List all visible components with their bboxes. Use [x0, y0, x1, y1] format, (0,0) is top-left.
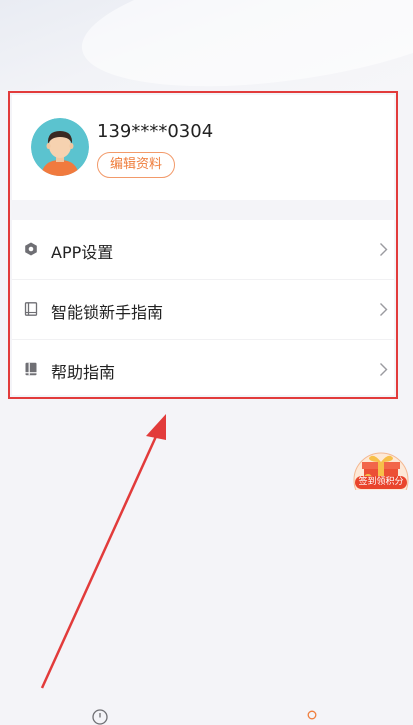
header-swoosh: [73, 0, 413, 109]
avatar-icon: [31, 118, 89, 176]
checkin-gift-label: 签到领积分: [355, 476, 407, 489]
settings-menu: APP设置 智能锁新手指南 帮助指南: [12, 220, 394, 399]
chevron-right-icon: [380, 363, 388, 376]
profile-card: 139****0304 编辑资料: [12, 95, 394, 200]
menu-item-lock-guide[interactable]: 智能锁新手指南: [12, 280, 394, 340]
chevron-right-icon: [380, 303, 388, 316]
menu-item-app-settings[interactable]: APP设置: [12, 220, 394, 280]
menu-item-help-guide[interactable]: 帮助指南: [12, 340, 394, 399]
account-panel: 139****0304 编辑资料 APP设置 智能锁新手指南 帮助指南: [12, 95, 394, 395]
phone-number: 139****0304: [97, 121, 214, 142]
section-divider: [12, 200, 394, 220]
header-background: [0, 0, 413, 109]
chevron-right-icon: [380, 243, 388, 256]
tab-home-icon[interactable]: [92, 709, 108, 725]
bottom-tab-bar: [0, 705, 413, 720]
tab-profile-icon[interactable]: [306, 710, 318, 724]
menu-item-label: 帮助指南: [51, 363, 116, 382]
book-filled-icon: [25, 362, 37, 376]
menu-item-label: APP设置: [51, 243, 114, 262]
edit-profile-button[interactable]: 编辑资料: [97, 152, 176, 178]
menu-item-label: 智能锁新手指南: [51, 303, 164, 322]
settings-hex-icon: [25, 242, 37, 256]
avatar[interactable]: [31, 118, 89, 176]
book-outline-icon: [24, 302, 38, 316]
